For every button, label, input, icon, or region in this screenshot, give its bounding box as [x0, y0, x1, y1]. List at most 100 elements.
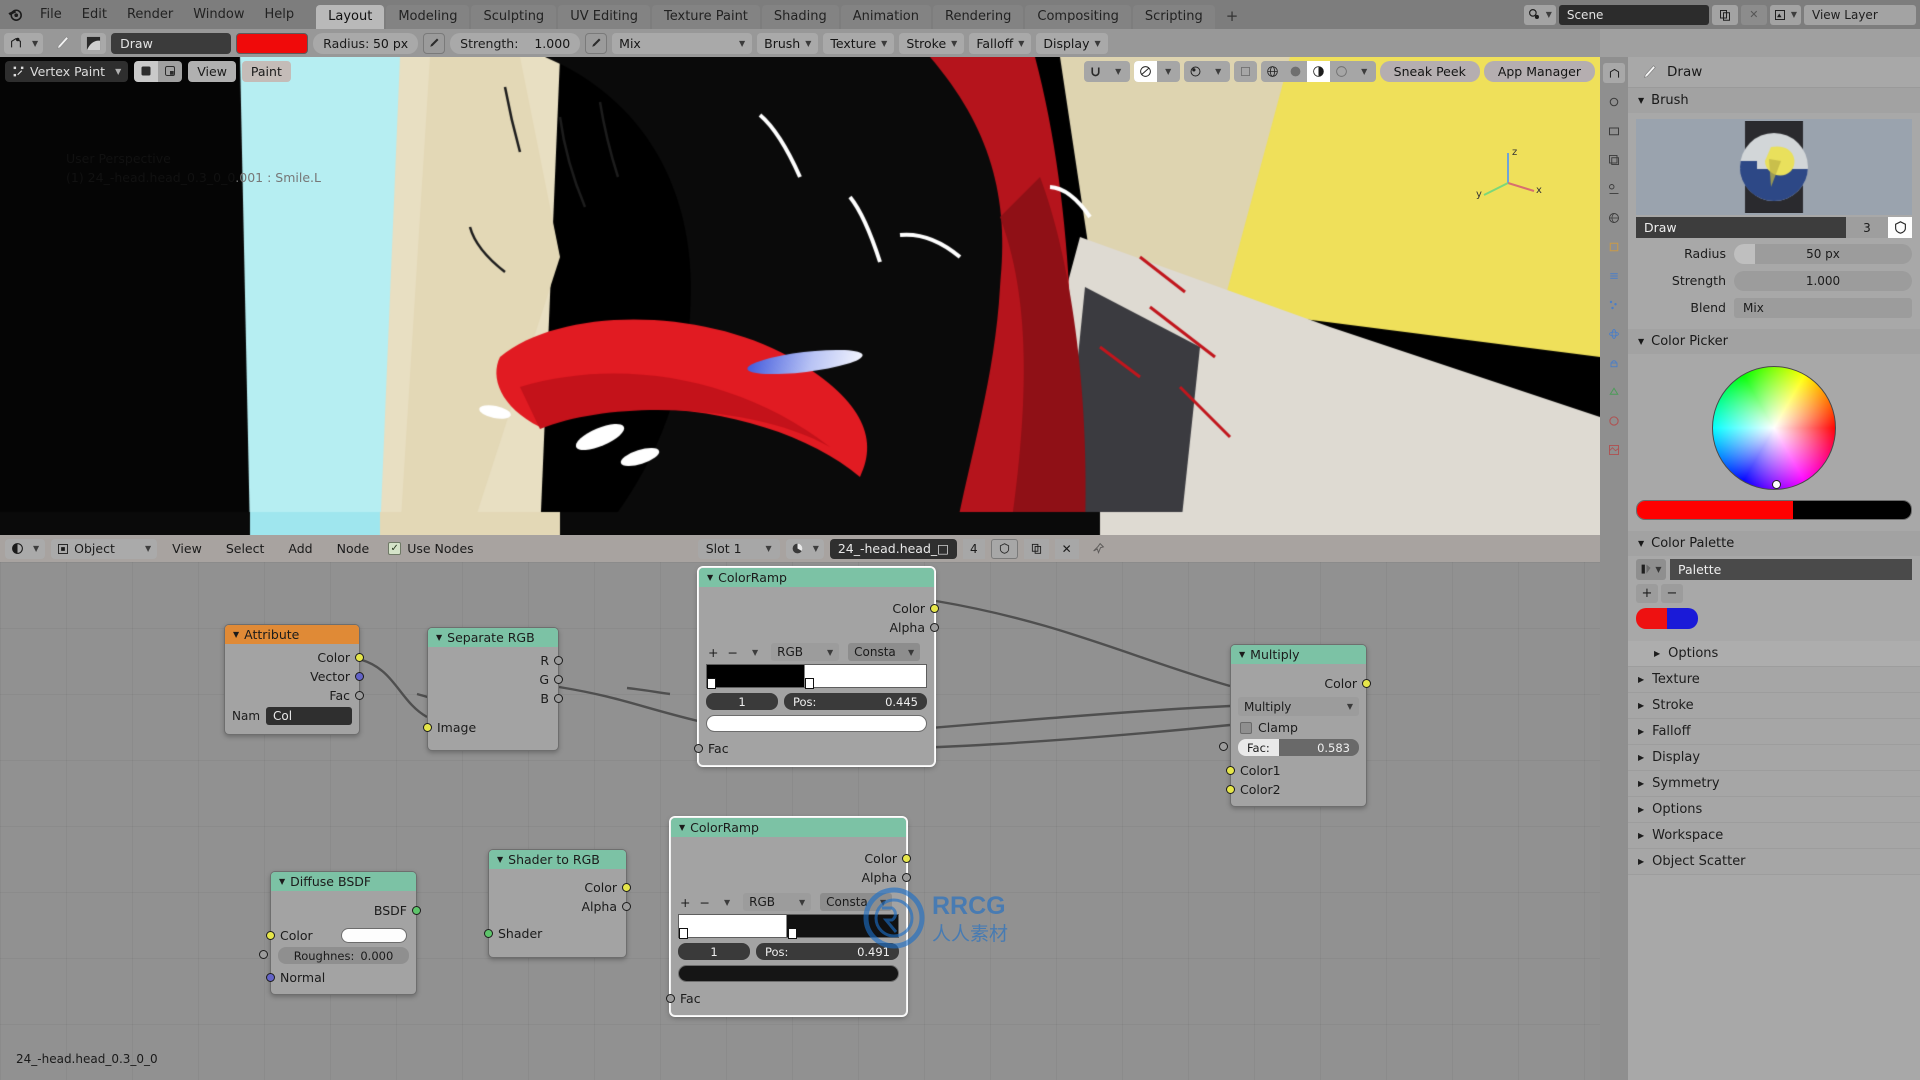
accordion-options-sub[interactable]: ▶ Options	[1628, 641, 1920, 667]
input-color[interactable]: Color	[266, 926, 416, 945]
ramp-menu-icon[interactable]: ▼	[752, 648, 758, 657]
strength-slider[interactable]: Strength: 1.000	[450, 32, 581, 54]
snap-magnet-icon[interactable]	[1084, 61, 1107, 82]
clamp-row[interactable]: Clamp	[1231, 716, 1366, 736]
expand-triangle-icon[interactable]: ▶	[1638, 701, 1644, 710]
socket-normal-in[interactable]	[266, 973, 275, 982]
brush-color-swatch[interactable]	[236, 32, 309, 54]
collapse-triangle-icon[interactable]: ▼	[1239, 645, 1245, 664]
socket-b-out[interactable]	[554, 694, 563, 703]
property-tab-tool[interactable]	[1603, 63, 1625, 83]
ramp-interpolation-dropdown[interactable]: Consta ▼	[848, 643, 921, 661]
shader-editor[interactable]: ▼ Object ▼ View Select Add Node ✓ Use No…	[0, 535, 1600, 1080]
ramp-selected-color-swatch[interactable]	[678, 965, 899, 982]
add-workspace-button[interactable]: +	[1217, 5, 1248, 29]
brush-radius-slider[interactable]: 50 px	[1734, 243, 1912, 264]
transform-orientation-dropdown-icon[interactable]: ▼	[1207, 61, 1230, 82]
palette-name-field[interactable]: Palette	[1670, 559, 1912, 580]
ramp-add-icon[interactable]: +	[708, 645, 718, 660]
socket-vector-out[interactable]	[355, 672, 364, 681]
material-sphere-icon[interactable]: ▼	[785, 538, 824, 559]
shading-wireframe-icon[interactable]	[1261, 61, 1284, 82]
expand-triangle-icon[interactable]: ▶	[1638, 831, 1644, 840]
palette-swatch-0[interactable]	[1636, 608, 1667, 629]
node-separate-rgb-header[interactable]: ▼ Separate RGB	[428, 628, 558, 647]
output-color[interactable]: Color	[1231, 674, 1371, 693]
socket-shader-in[interactable]	[484, 929, 493, 938]
blender-logo-icon[interactable]	[0, 0, 30, 29]
workspace-tab-layout[interactable]: Layout	[316, 5, 385, 29]
xray-toggle-icon[interactable]	[1234, 61, 1257, 82]
brush-user-count[interactable]: 3	[1846, 217, 1888, 238]
socket-fac-in[interactable]	[694, 744, 703, 753]
property-tab-texture[interactable]	[1603, 440, 1625, 460]
property-tab-scene[interactable]	[1603, 179, 1625, 199]
input-shader[interactable]: Shader	[484, 924, 626, 943]
socket-color1-in[interactable]	[1226, 766, 1235, 775]
viewport-menu-view[interactable]: View	[188, 60, 236, 82]
accordion-falloff[interactable]: ▶ Falloff	[1628, 719, 1920, 745]
roughness-row[interactable]: Roughnes: 0.000	[259, 945, 416, 964]
view-layer-icon[interactable]: ▼	[1769, 4, 1801, 25]
texture-dropdown[interactable]: Texture ▼	[823, 32, 895, 54]
workspace-tab-rendering[interactable]: Rendering	[933, 5, 1024, 29]
diffuse-color-swatch[interactable]	[341, 928, 407, 943]
palette-remove-button[interactable]: −	[1661, 584, 1683, 603]
interaction-mode-dropdown[interactable]: Vertex Paint ▼	[5, 60, 129, 82]
property-tab-world[interactable]	[1603, 208, 1625, 228]
palette-swatch-1[interactable]	[1667, 608, 1698, 629]
collapse-triangle-icon[interactable]: ▼	[497, 850, 503, 869]
proportional-edit-icon[interactable]	[1133, 60, 1157, 82]
ramp-gradient-bar[interactable]	[706, 664, 927, 689]
socket-r-out[interactable]	[554, 656, 563, 665]
collapse-triangle-icon[interactable]: ▼	[1638, 96, 1644, 105]
socket-g-out[interactable]	[554, 675, 563, 684]
mix-blend-mode-dropdown[interactable]: Multiply ▼	[1238, 697, 1359, 716]
collapse-triangle-icon[interactable]: ▼	[1638, 337, 1644, 346]
radius-slider[interactable]: Radius: 50 px	[313, 32, 419, 54]
shader-menu-view[interactable]: View	[163, 541, 211, 556]
ramp-remove-icon[interactable]: −	[699, 895, 709, 910]
use-nodes-checkbox[interactable]: ✓	[388, 542, 402, 555]
viewport-menu-paint[interactable]: Paint	[241, 60, 291, 82]
expand-triangle-icon[interactable]: ▶	[1638, 779, 1644, 788]
app-manager-button[interactable]: App Manager	[1483, 60, 1595, 82]
node-diffuse-bsdf[interactable]: ▼ Diffuse BSDF BSDF Color Roughnes: 0.00…	[259, 871, 421, 995]
3d-viewport[interactable]: Vertex Paint ▼ View Paint ▼ ▼ ▼ ▼ Sneak …	[0, 57, 1600, 535]
socket-color-out[interactable]	[930, 604, 939, 613]
node-attribute[interactable]: ▼ Attribute Color Vector Fac Nam Col	[224, 624, 364, 735]
node-attribute-output-vector[interactable]: Vector	[225, 667, 364, 686]
socket-image-in[interactable]	[423, 723, 432, 732]
property-tab-output[interactable]	[1603, 121, 1625, 141]
fac-slider[interactable]: Fac: 0.583	[1238, 739, 1359, 756]
socket-alpha-out[interactable]	[930, 623, 939, 632]
node-colorramp-top[interactable]: ▼ ColorRamp Color Alpha + − ▼ RGB ▼ Const…	[694, 567, 939, 766]
stroke-dropdown[interactable]: Stroke ▼	[899, 32, 965, 54]
brush-preview-icon[interactable]	[81, 32, 107, 54]
section-brush-header[interactable]: ▼ Brush	[1628, 88, 1920, 113]
unlink-x-icon[interactable]: ✕	[1054, 538, 1079, 559]
node-colorramp-bottom-header[interactable]: ▼ ColorRamp	[671, 818, 906, 837]
collapse-triangle-icon[interactable]: ▼	[436, 628, 442, 647]
paint-mask-face-icon[interactable]	[134, 60, 159, 82]
node-colorramp-top-header[interactable]: ▼ ColorRamp	[699, 568, 934, 587]
shading-dropdown-icon[interactable]: ▼	[1353, 61, 1376, 82]
unlink-scene-icon[interactable]: ✕	[1740, 4, 1767, 25]
socket-alpha-out[interactable]	[622, 902, 631, 911]
accordion-display[interactable]: ▶ Display	[1628, 745, 1920, 771]
output-r[interactable]: R	[428, 651, 563, 670]
property-tab-constraints[interactable]	[1603, 353, 1625, 373]
proportional-dropdown-icon[interactable]: ▼	[1157, 61, 1180, 82]
palette-icon[interactable]: ▼	[1636, 559, 1666, 580]
shader-type-dropdown[interactable]: Object ▼	[51, 538, 158, 559]
shading-solid-icon[interactable]	[1284, 61, 1307, 82]
node-shader-to-rgb[interactable]: ▼ Shader to RGB Color Alpha Shader	[484, 849, 631, 958]
duplicate-icon[interactable]	[1711, 4, 1738, 25]
workspace-tab-texture-paint[interactable]: Texture Paint	[652, 5, 760, 29]
node-shader-to-rgb-header[interactable]: ▼ Shader to RGB	[489, 850, 626, 869]
socket-color-out[interactable]	[902, 854, 911, 863]
new-material-icon[interactable]	[1023, 538, 1049, 559]
menu-window[interactable]: Window	[183, 0, 254, 29]
material-user-count[interactable]: 4	[962, 538, 985, 559]
ramp-stop-0[interactable]	[679, 928, 688, 939]
